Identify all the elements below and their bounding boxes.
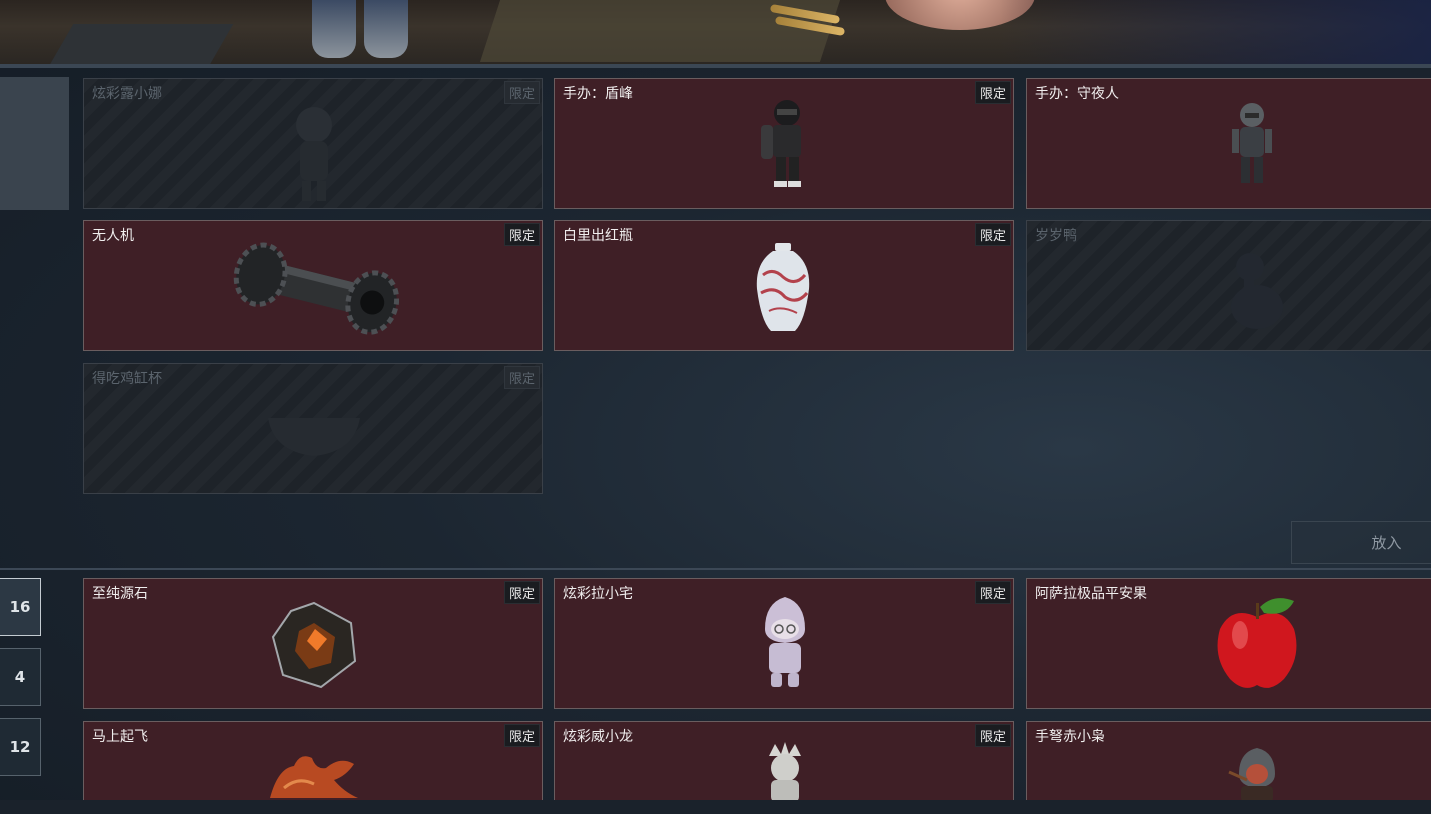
banner-divider bbox=[0, 64, 1431, 68]
limited-badge: 限定 bbox=[974, 223, 1011, 246]
crowned-doll-icon bbox=[769, 742, 801, 802]
scene-metal-plate bbox=[46, 24, 234, 66]
collection-card[interactable]: 至纯源石 限定 bbox=[83, 578, 543, 709]
scene-boot bbox=[312, 0, 356, 58]
collection-card[interactable]: 炫彩露小娜 限定 bbox=[83, 78, 543, 209]
apple-icon bbox=[1217, 598, 1297, 688]
limited-badge: 限定 bbox=[503, 366, 540, 389]
collection-card[interactable]: 炫彩拉小宅 限定 bbox=[554, 578, 1014, 709]
section-divider bbox=[0, 568, 1431, 570]
collection-card[interactable]: 手办：盾峰 限定 bbox=[554, 78, 1014, 209]
limited-badge: 限定 bbox=[503, 223, 540, 246]
limited-badge: 限定 bbox=[503, 81, 540, 104]
card-name: 炫彩拉小宅 bbox=[563, 586, 633, 602]
crystal-gem-icon bbox=[271, 601, 357, 689]
bottom-edge-bar bbox=[0, 800, 1431, 814]
limited-badge: 限定 bbox=[503, 581, 540, 604]
card-name: 马上起飞 bbox=[92, 729, 148, 745]
doll-figure-icon bbox=[296, 107, 332, 201]
card-name: 手办：盾峰 bbox=[563, 86, 633, 102]
hooded-doll-icon bbox=[765, 597, 805, 687]
armored-figure-icon bbox=[761, 100, 801, 187]
card-name: 手办：守夜人 bbox=[1035, 86, 1119, 102]
left-category-panel[interactable] bbox=[0, 77, 69, 210]
collection-card[interactable]: 无人机 限定 bbox=[83, 220, 543, 351]
collection-card[interactable]: 白里出红瓶 限定 bbox=[554, 220, 1014, 351]
drone-cylinder-icon bbox=[233, 242, 399, 335]
collection-card[interactable]: 手办：守夜人 bbox=[1026, 78, 1431, 209]
limited-badge: 限定 bbox=[974, 581, 1011, 604]
card-name: 得吃鸡缸杯 bbox=[92, 371, 162, 387]
card-name: 岁岁鸭 bbox=[1035, 228, 1077, 244]
card-name: 阿萨拉极品平安果 bbox=[1035, 586, 1147, 602]
stack-count-tab-16[interactable]: 16 bbox=[0, 578, 41, 636]
top-scene-banner bbox=[0, 0, 1431, 66]
duck-icon bbox=[1231, 253, 1283, 329]
stack-count-tab-4[interactable]: 4 bbox=[0, 648, 41, 706]
limited-badge: 限定 bbox=[974, 724, 1011, 747]
card-name: 炫彩威小龙 bbox=[563, 729, 633, 745]
scene-boot bbox=[364, 0, 408, 58]
limited-badge: 限定 bbox=[503, 724, 540, 747]
hooded-archer-icon bbox=[1228, 748, 1275, 802]
card-name: 炫彩露小娜 bbox=[92, 86, 162, 102]
limited-badge: 限定 bbox=[974, 81, 1011, 104]
card-name: 手弩赤小枭 bbox=[1035, 729, 1105, 745]
bowl-icon bbox=[268, 418, 360, 456]
stack-count-tab-12[interactable]: 12 bbox=[0, 718, 41, 776]
horse-sculpture-icon bbox=[270, 756, 358, 798]
place-in-button[interactable]: 放入 bbox=[1291, 521, 1431, 564]
card-name: 无人机 bbox=[92, 228, 134, 244]
scene-shadow bbox=[1000, 0, 1431, 66]
collection-card[interactable]: 得吃鸡缸杯 限定 bbox=[83, 363, 543, 494]
card-name: 白里出红瓶 bbox=[563, 228, 633, 244]
soldier-figure-icon bbox=[1232, 103, 1272, 183]
porcelain-vase-icon bbox=[756, 243, 810, 331]
collection-card[interactable]: 阿萨拉极品平安果 bbox=[1026, 578, 1431, 709]
collection-card[interactable]: 岁岁鸭 bbox=[1026, 220, 1431, 351]
card-name: 至纯源石 bbox=[92, 586, 148, 602]
